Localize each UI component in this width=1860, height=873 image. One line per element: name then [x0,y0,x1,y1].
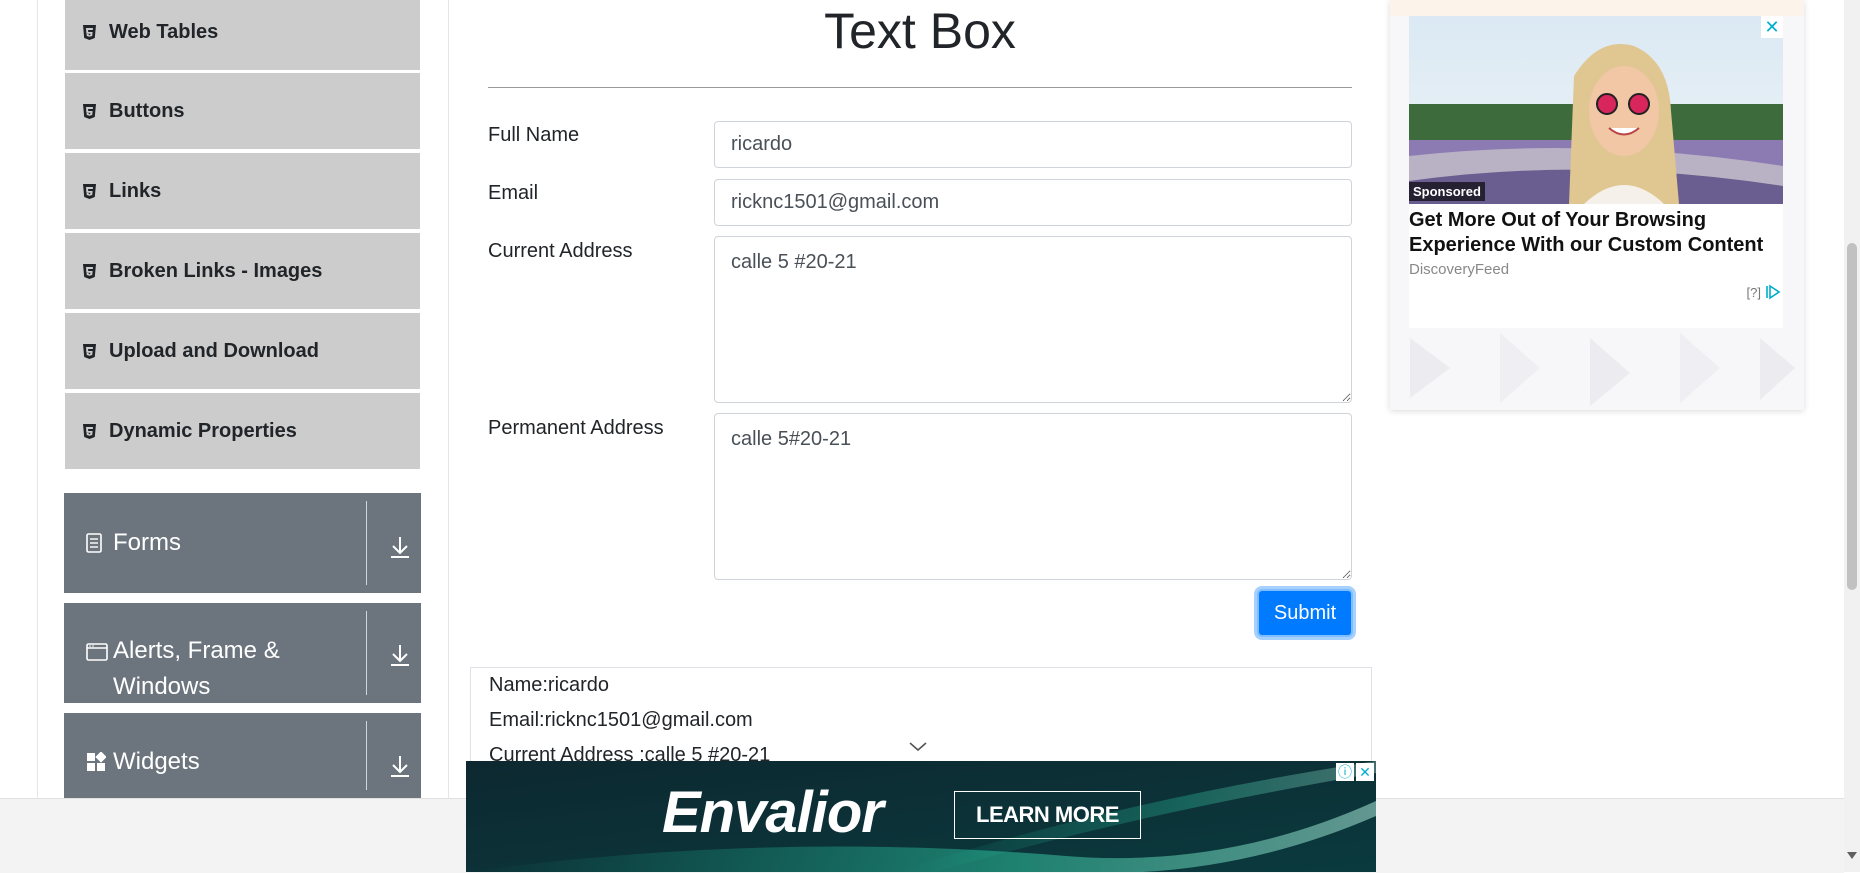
sidebar-item-web-tables[interactable]: Web Tables [65,0,420,72]
submit-button[interactable]: Submit [1257,589,1353,637]
email-label: Email [488,182,539,204]
scrollbar-thumb[interactable] [1847,243,1857,590]
ad-pattern-background [1410,333,1795,406]
sidebar-item-broken-links[interactable]: Broken Links - Images [65,233,420,311]
sidebar-item-links[interactable]: Links [65,153,420,231]
download-arrow-icon[interactable] [386,641,414,669]
grid-icon [86,751,107,777]
sidebar-group-label: Alerts, Frame & Windows [113,637,280,700]
html5-icon [83,103,105,119]
permanent-address-textarea[interactable]: calle 5#20-21 [714,413,1352,580]
download-arrow-icon[interactable] [386,533,414,561]
group-divider [366,611,367,695]
banner-background [466,761,1376,872]
sidebar-border [448,0,449,798]
ad-info-marker[interactable]: [?] [1747,285,1761,300]
title-divider [488,87,1352,88]
sidebar-group-forms[interactable]: Forms [64,493,421,593]
ad-source[interactable]: DiscoveryFeed [1409,261,1509,278]
close-icon[interactable]: ✕ [1356,763,1374,781]
sidebar-item-label: Web Tables [109,20,219,43]
sidebar-item-label: Broken Links - Images [109,259,323,282]
chevron-down-icon[interactable] [908,740,928,754]
ad-headline[interactable]: Get More Out of Your Browsing Experience… [1409,208,1783,258]
sidebar-group-label: Widgets [113,748,200,775]
download-arrow-icon[interactable] [386,752,414,780]
sidebar-group-alerts[interactable]: Alerts, Frame & Windows [64,603,421,703]
sidebar-item-upload-download[interactable]: Upload and Download [65,313,420,391]
permanent-address-label: Permanent Address [488,417,664,439]
sidebar-item-label: Buttons [109,99,185,122]
vertical-scrollbar[interactable] [1844,0,1860,872]
html5-icon [83,263,105,279]
sidebar-item-dynamic-properties[interactable]: Dynamic Properties [65,393,420,471]
ad-image[interactable] [1409,16,1783,204]
group-divider [366,721,367,790]
learn-more-button[interactable]: LEARN MORE [954,791,1141,839]
email-input[interactable] [714,179,1352,226]
ad-card[interactable]: ✕ Sponsored Get More Out of Your Browsin… [1409,16,1783,328]
sidebar-item-label: Links [109,179,162,202]
html5-icon [83,343,105,359]
banner-brand[interactable]: Envalior [662,779,884,846]
document-icon [86,533,102,558]
scroll-down-arrow-icon[interactable] [1847,852,1857,859]
full-name-label: Full Name [488,124,580,146]
html5-icon [83,423,105,439]
page-title: Text Box [824,3,1016,59]
output-name: Name:ricardo [489,674,610,696]
side-ad[interactable]: ✕ Sponsored Get More Out of Your Browsin… [1390,0,1804,410]
banner-ad[interactable]: Envalior LEARN MORE ⓘ ✕ [466,761,1376,872]
sidebar-item-buttons[interactable]: Buttons [65,73,420,151]
info-icon[interactable]: ⓘ [1336,763,1354,781]
sponsored-label: Sponsored [1409,182,1485,201]
html5-icon [83,183,105,199]
output-email: Email:ricknc1501@gmail.com [489,709,753,731]
close-icon[interactable]: ✕ [1761,16,1783,38]
html5-icon [83,24,105,40]
ad-choices-icon[interactable] [1765,284,1781,300]
current-address-label: Current Address [488,240,633,262]
ad-top-strip [1390,0,1804,16]
current-address-textarea[interactable]: calle 5 #20-21 [714,236,1352,403]
browser-window-icon [86,643,108,666]
left-rail [37,0,38,798]
sidebar-item-label: Dynamic Properties [109,419,297,442]
sidebar-item-label: Upload and Download [109,339,319,362]
sidebar-group-label: Forms [113,529,181,556]
full-name-input[interactable] [714,121,1352,168]
group-divider [366,501,367,585]
banner-controls: ⓘ ✕ [1336,763,1374,781]
ad-choices[interactable]: [?] [1747,284,1781,300]
sidebar-group-widgets[interactable]: Widgets [64,713,421,798]
